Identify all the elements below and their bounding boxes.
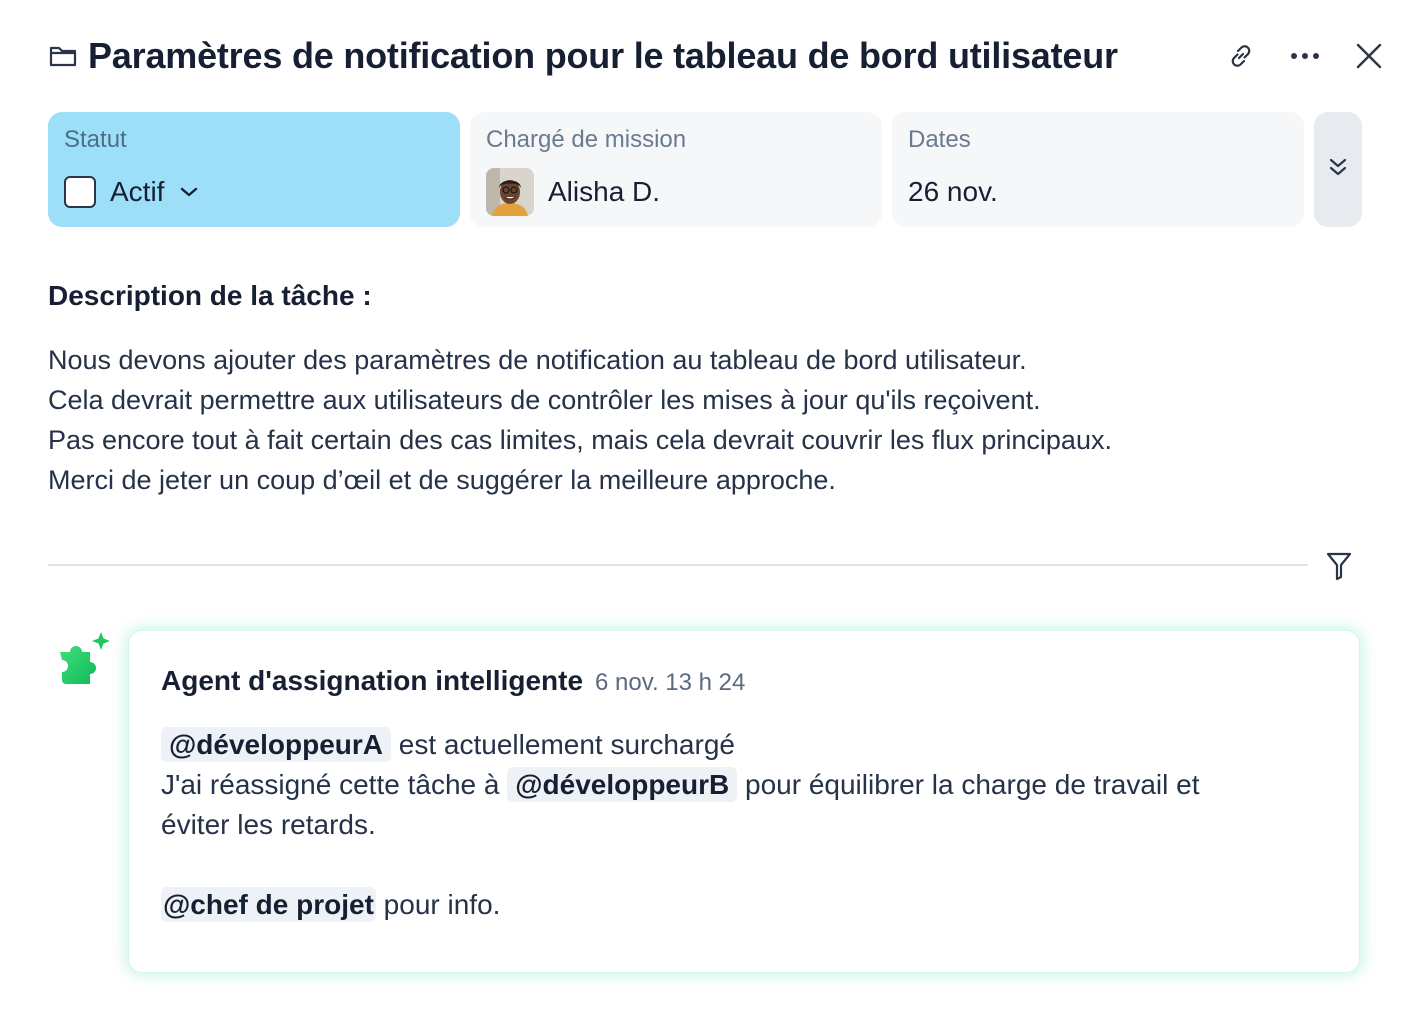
more-icon[interactable]	[1286, 37, 1324, 75]
comment-author[interactable]: Agent d'assignation intelligente	[161, 665, 583, 697]
comment-text: pour info.	[383, 889, 501, 920]
page-title: Paramètres de notification pour le table…	[88, 35, 1118, 76]
status-value: Actif	[110, 176, 165, 207]
comment-text: est actuellement surchargé	[398, 729, 735, 760]
comment-timestamp: 6 nov. 13 h 24	[595, 669, 746, 696]
agent-puzzle-icon	[54, 630, 114, 690]
assignee-field[interactable]: Chargé de mission Alisha D.	[470, 112, 882, 227]
comment-text: pour équilibrer la charge de travail et	[745, 769, 1200, 800]
avatar	[486, 168, 534, 216]
divider	[48, 564, 1308, 566]
dates-field[interactable]: Dates 26 nov.	[892, 112, 1304, 227]
comment-text: éviter les retards.	[161, 809, 376, 840]
link-icon[interactable]	[1222, 37, 1260, 75]
comment-card: Agent d'assignation intelligente 6 nov. …	[128, 630, 1360, 973]
chevrons-down-icon	[1328, 157, 1348, 182]
mention-developer-b[interactable]: @développeurB	[507, 767, 738, 802]
mention-developer-a[interactable]: @développeurA	[161, 727, 392, 762]
description-title: Description de la tâche :	[48, 280, 372, 311]
close-icon[interactable]	[1350, 37, 1388, 75]
dates-value: 26 nov.	[908, 176, 998, 207]
comment-text: J'ai réassigné cette tâche à	[161, 769, 500, 800]
dates-label: Dates	[908, 126, 971, 153]
description-line: Pas encore tout à fait certain des cas l…	[48, 425, 1112, 455]
mention-project-lead[interactable]: @chef de projet	[161, 887, 376, 922]
description-line: Nous devons ajouter des paramètres de no…	[48, 345, 1027, 375]
filter-icon[interactable]	[1322, 548, 1356, 584]
task-header: Paramètres de notification pour le table…	[48, 30, 1388, 82]
status-field[interactable]: Statut Actif	[48, 112, 460, 227]
assignee-label: Chargé de mission	[486, 126, 687, 153]
status-checkbox[interactable]	[64, 176, 96, 208]
assignee-value: Alisha D.	[548, 176, 661, 207]
expand-fields-button[interactable]	[1314, 112, 1362, 227]
folder-icon	[48, 41, 78, 71]
description-line: Cela devrait permettre aux utilisateurs …	[48, 385, 1041, 415]
chevron-down-icon[interactable]	[180, 186, 198, 198]
comment-body: @développeurA est actuellement surchargé…	[161, 725, 1327, 925]
task-fields: Statut Actif Chargé de mission Alisha D.…	[48, 112, 1362, 227]
description-body: Nous devons ajouter des paramètres de no…	[48, 340, 1112, 500]
description-line: Merci de jeter un coup d’œil et de suggé…	[48, 465, 836, 495]
status-label: Statut	[64, 126, 127, 153]
